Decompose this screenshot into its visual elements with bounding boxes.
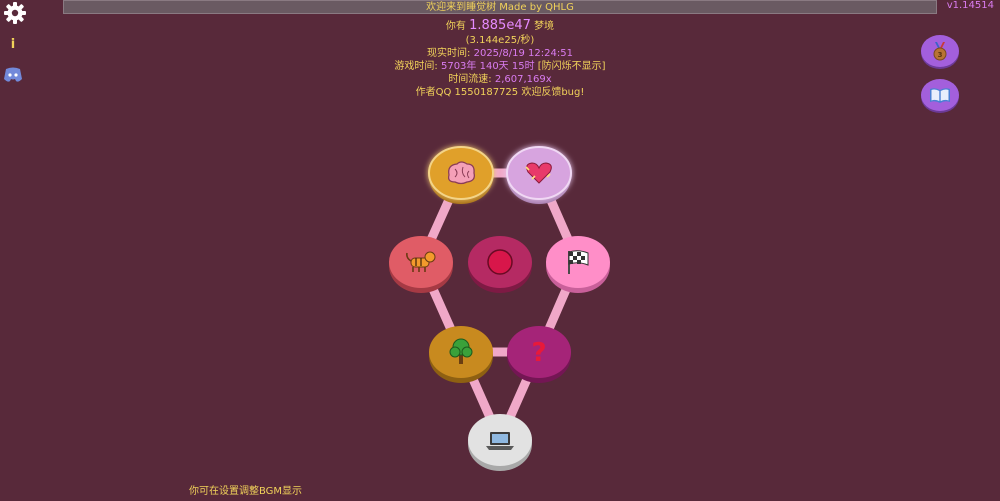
node-tiger[interactable]: [389, 236, 453, 293]
bgm-hint: 你可在设置调整BGM显示: [189, 486, 303, 497]
laptop-icon: [486, 432, 514, 450]
node-tree[interactable]: [429, 326, 493, 383]
brain-icon: [447, 161, 475, 185]
node-brain[interactable]: [428, 146, 494, 204]
node-laptop[interactable]: [468, 414, 532, 471]
node-mystery[interactable]: ?: [507, 326, 571, 383]
node-heart[interactable]: [506, 146, 572, 204]
node-flag[interactable]: [546, 236, 610, 293]
node-core[interactable]: [468, 236, 532, 293]
circle-icon: [487, 249, 513, 275]
tree-links: [416, 168, 583, 445]
skill-tree: ?: [389, 146, 610, 471]
question-mark-icon: ?: [531, 338, 546, 368]
